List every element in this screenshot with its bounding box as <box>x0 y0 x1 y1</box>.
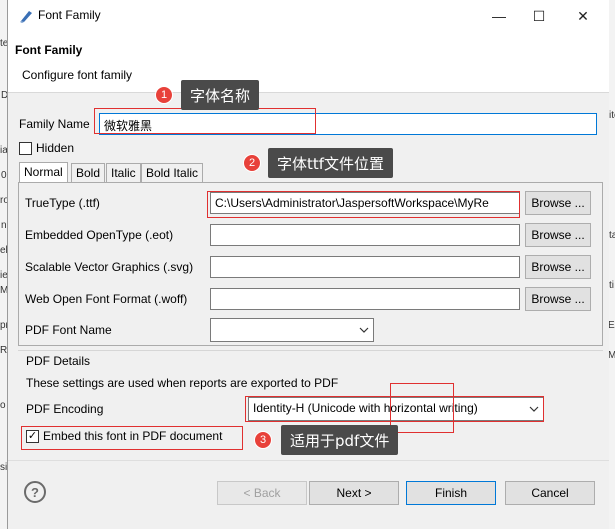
hidden-checkbox[interactable] <box>19 142 32 155</box>
embed-font-checkbox[interactable]: ✓ <box>26 430 39 443</box>
close-button[interactable]: ✕ <box>563 3 603 29</box>
minimize-icon: — <box>492 8 506 24</box>
browse-label: Browse ... <box>531 196 585 210</box>
callout-ttf-location: 字体ttf文件位置 <box>268 148 394 178</box>
maximize-icon: ☐ <box>532 7 546 24</box>
bg-fragment: ite <box>609 110 615 121</box>
pdf-details-description: These settings are used when reports are… <box>26 376 339 390</box>
wizard-footer: ? < Back Next > Finish Cancel <box>8 460 609 529</box>
back-button[interactable]: < Back <box>217 481 307 505</box>
help-glyph: ? <box>31 484 39 500</box>
next-button[interactable]: Next > <box>309 481 399 505</box>
pdf-font-name-combo[interactable] <box>210 318 374 342</box>
bg-fragment: Ex <box>608 320 615 331</box>
woff-input[interactable] <box>210 288 520 310</box>
back-label: < Back <box>243 486 281 500</box>
minimize-button[interactable]: — <box>479 3 519 29</box>
callout-family-name: 字体名称 <box>181 80 260 110</box>
window-title: Font Family <box>38 8 101 22</box>
tab-italic[interactable]: Italic <box>106 163 141 183</box>
tab-label: Normal <box>24 165 63 179</box>
bg-fragment: o <box>0 400 6 411</box>
embed-font-label: Embed this font in PDF document <box>43 429 223 443</box>
browse-label: Browse ... <box>531 292 585 306</box>
title-bar[interactable]: Font Family — ☐ ✕ <box>8 0 609 31</box>
svg-input[interactable] <box>210 256 520 278</box>
callout-number-3: 3 <box>254 431 272 449</box>
tab-label: Bold Italic <box>146 166 199 180</box>
browse-label: Browse ... <box>531 228 585 242</box>
callout-number-2: 2 <box>243 154 261 172</box>
bg-fragment: Ma <box>608 350 615 361</box>
tab-normal[interactable]: Normal <box>19 162 68 184</box>
bg-fragment: 0 <box>1 170 7 181</box>
pdf-encoding-combo[interactable]: Identity-H (Unicode with horizontal writ… <box>248 397 544 421</box>
truetype-value: C:\Users\Administrator\JaspersoftWorkspa… <box>215 196 489 210</box>
finish-button[interactable]: Finish <box>406 481 496 505</box>
wizard-header: Font Family Configure font family <box>8 31 609 93</box>
truetype-label: TrueType (.ttf) <box>25 196 100 210</box>
browse-woff-button[interactable]: Browse ... <box>525 287 591 311</box>
bg-fragment: ta <box>609 230 615 241</box>
callout-number-1: 1 <box>155 86 173 104</box>
header-title: Font Family <box>15 43 83 57</box>
tab-bold-italic[interactable]: Bold Italic <box>141 163 204 183</box>
family-name-input[interactable]: 微软雅黑 <box>99 113 597 135</box>
chevron-down-icon <box>529 406 539 412</box>
tab-label: Italic <box>111 166 136 180</box>
browse-eot-button[interactable]: Browse ... <box>525 223 591 247</box>
close-icon: ✕ <box>577 7 589 24</box>
checkmark-icon: ✓ <box>27 430 38 442</box>
callout-pdf-usage: 适用于pdf文件 <box>281 425 399 455</box>
bg-fragment: ti <box>609 280 614 291</box>
pdf-encoding-value: Identity-H (Unicode with horizontal writ… <box>253 401 478 415</box>
normal-tab-panel: TrueType (.ttf) C:\Users\Administrator\J… <box>18 182 603 346</box>
truetype-input[interactable]: C:\Users\Administrator\JaspersoftWorkspa… <box>210 192 520 214</box>
tab-bold[interactable]: Bold <box>71 163 106 183</box>
tab-label: Bold <box>76 166 101 180</box>
maximize-button[interactable]: ☐ <box>519 3 559 29</box>
pdf-font-name-label: PDF Font Name <box>25 323 112 337</box>
bg-fragment: n <box>1 220 7 231</box>
browse-svg-button[interactable]: Browse ... <box>525 255 591 279</box>
cancel-label: Cancel <box>531 486 569 500</box>
finish-label: Finish <box>434 486 467 500</box>
next-label: Next > <box>336 486 372 500</box>
pdf-details-title: PDF Details <box>26 354 91 368</box>
cancel-button[interactable]: Cancel <box>505 481 595 505</box>
eot-input[interactable] <box>210 224 520 246</box>
help-icon[interactable]: ? <box>24 481 46 503</box>
family-name-value: 微软雅黑 <box>104 119 153 133</box>
jaspersoft-app-icon <box>20 11 32 23</box>
browse-truetype-button[interactable]: Browse ... <box>525 191 591 215</box>
woff-label: Web Open Font Format (.woff) <box>25 292 188 306</box>
browse-label: Browse ... <box>531 260 585 274</box>
svg-label: Scalable Vector Graphics (.svg) <box>25 260 194 274</box>
hidden-label: Hidden <box>36 141 75 155</box>
eot-label: Embedded OpenType (.eot) <box>25 228 174 242</box>
chevron-down-icon <box>359 327 369 333</box>
family-name-label: Family Name <box>19 117 90 131</box>
pdf-encoding-label: PDF Encoding <box>26 402 104 416</box>
header-description: Configure font family <box>22 68 133 82</box>
